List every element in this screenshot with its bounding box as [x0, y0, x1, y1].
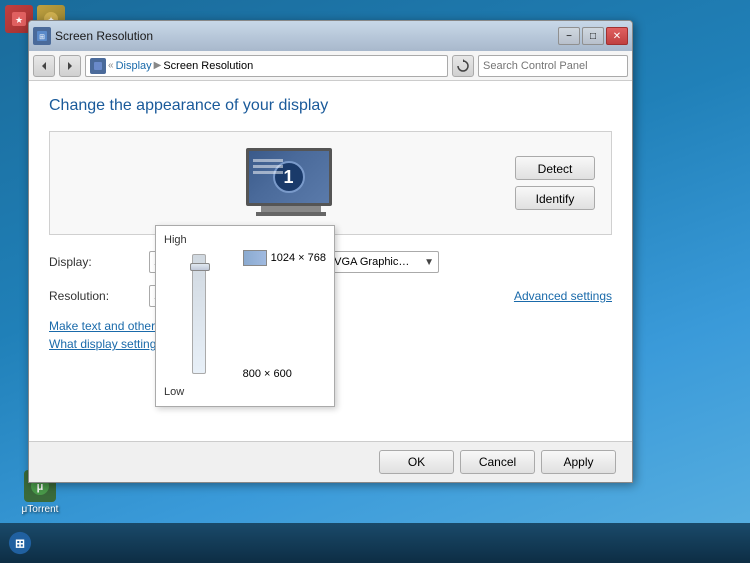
- apply-button[interactable]: Apply: [541, 450, 616, 474]
- display-label: Display:: [49, 255, 149, 269]
- resolution-slider-dropdown: High 1024 × 768 800 × 600 Low: [155, 225, 335, 407]
- page-title: Change the appearance of your display: [49, 97, 612, 115]
- breadcrumb-display[interactable]: Display: [116, 60, 152, 72]
- slider-container: 1024 × 768 800 × 600: [164, 250, 326, 380]
- back-button[interactable]: [33, 55, 55, 77]
- slider-resolution-labels: 1024 × 768 800 × 600: [243, 250, 326, 380]
- svg-text:★: ★: [15, 15, 23, 25]
- slider-track[interactable]: [192, 254, 206, 374]
- display-dropdown-arrow: ▼: [424, 257, 434, 268]
- window-title: Screen Resolution: [55, 29, 558, 43]
- svg-text:⊞: ⊞: [39, 34, 45, 41]
- monitor-foot: [256, 212, 326, 216]
- slider-low-label: Low: [164, 386, 326, 398]
- forward-button[interactable]: [59, 55, 81, 77]
- identify-button[interactable]: Identify: [515, 186, 595, 210]
- svg-text:⊞: ⊞: [15, 537, 25, 551]
- slider-icon-high: [243, 250, 267, 266]
- monitor-container: 1: [66, 148, 515, 218]
- slider-low-resolution: 800 × 600: [243, 368, 292, 380]
- control-panel-icon: [90, 58, 106, 74]
- search-box[interactable]: [478, 55, 628, 77]
- advanced-settings-link[interactable]: Advanced settings: [514, 289, 612, 303]
- monitor-icon: 1: [246, 148, 336, 218]
- utorrent-label: μTorrent: [22, 504, 59, 515]
- title-bar-icon: ⊞: [33, 27, 51, 45]
- breadcrumb: « Display ▶ Screen Resolution: [85, 55, 448, 77]
- minimize-button[interactable]: −: [558, 27, 580, 45]
- refresh-button[interactable]: [452, 55, 474, 77]
- breadcrumb-arrow1: «: [108, 60, 114, 71]
- monitor-lines: [253, 159, 283, 177]
- monitor-area: 1 Detect Identify: [49, 131, 612, 235]
- slider-high-resolution: 1024 × 768: [271, 252, 326, 264]
- taskbar: ⊞: [0, 523, 750, 563]
- slider-resolution-high: 1024 × 768: [243, 250, 326, 266]
- breadcrumb-current: Screen Resolution: [163, 60, 253, 72]
- taskbar-start[interactable]: ⊞: [2, 525, 38, 561]
- resolution-label: Resolution:: [49, 289, 149, 303]
- bottom-bar: OK Cancel Apply: [29, 441, 632, 482]
- close-button[interactable]: ✕: [606, 27, 628, 45]
- slider-thumb[interactable]: [190, 263, 210, 271]
- search-input[interactable]: [483, 60, 625, 72]
- maximize-button[interactable]: □: [582, 27, 604, 45]
- slider-high-label: High: [164, 234, 326, 246]
- detect-button[interactable]: Detect: [515, 156, 595, 180]
- address-bar: « Display ▶ Screen Resolution: [29, 51, 632, 81]
- cancel-button[interactable]: Cancel: [460, 450, 535, 474]
- slider-resolution-low: 800 × 600: [243, 368, 326, 380]
- title-bar: ⊞ Screen Resolution − □ ✕: [29, 21, 632, 51]
- detect-identify-buttons: Detect Identify: [515, 156, 595, 210]
- breadcrumb-sep: ▶: [154, 60, 162, 71]
- monitor-screen: 1: [246, 148, 332, 206]
- ok-button[interactable]: OK: [379, 450, 454, 474]
- desktop: ★ ✦ μ μTorrent ⊞ Screen Resolution − □ ✕: [0, 0, 750, 563]
- window-controls: − □ ✕: [558, 27, 628, 45]
